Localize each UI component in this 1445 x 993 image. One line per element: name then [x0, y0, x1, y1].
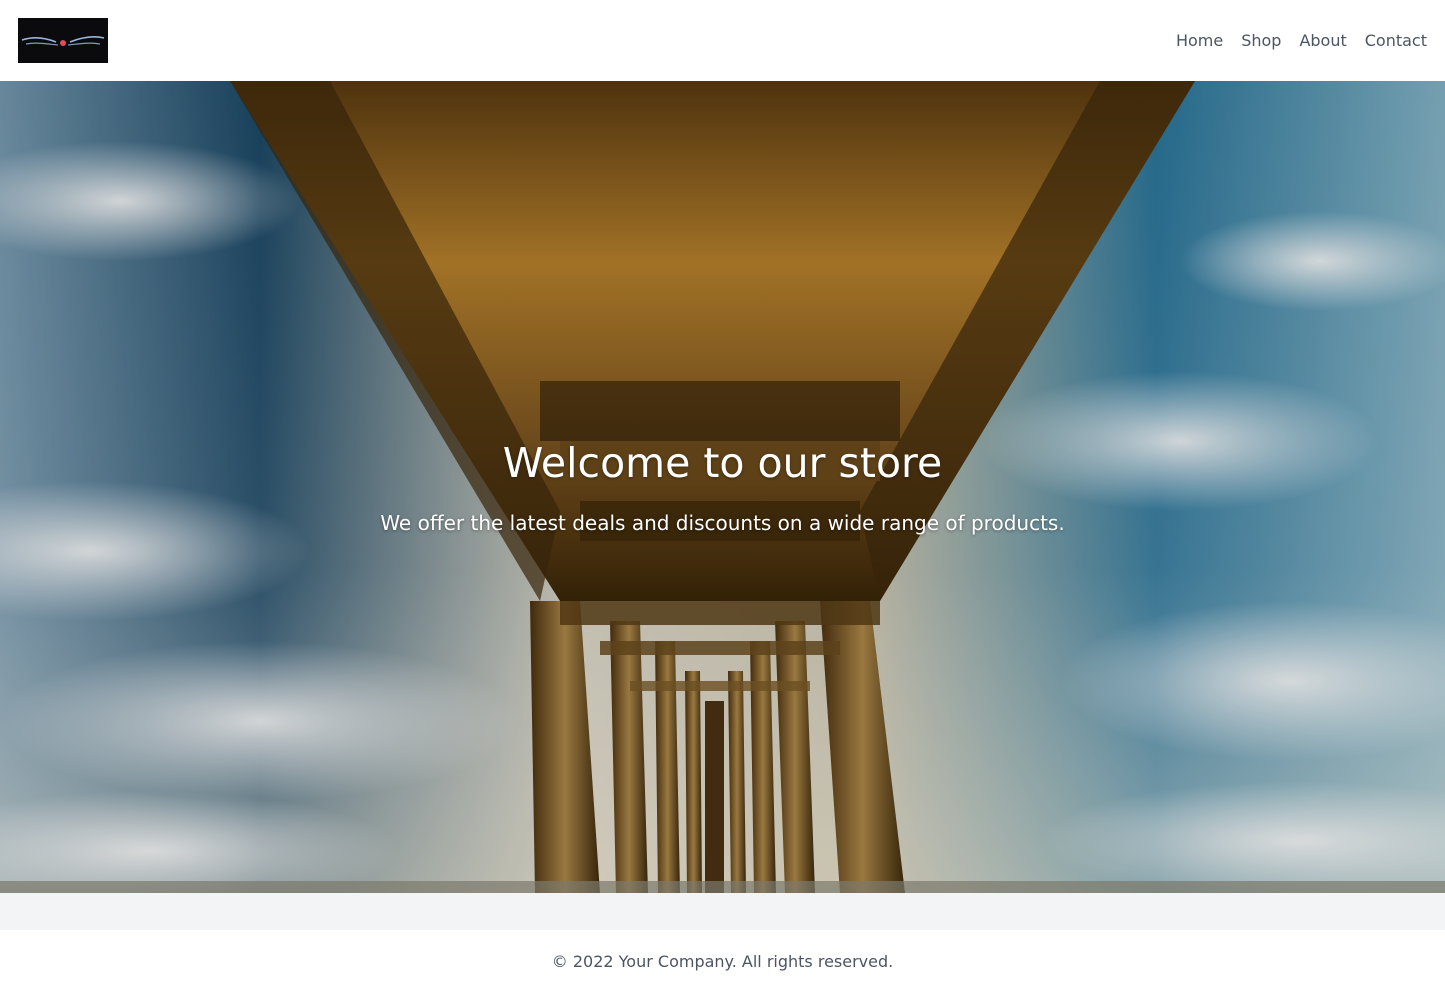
nav-link-about[interactable]: About: [1299, 31, 1346, 50]
hero-section: Welcome to our store We offer the latest…: [0, 81, 1445, 893]
logo-icon: [18, 18, 108, 63]
nav-link-home[interactable]: Home: [1176, 31, 1223, 50]
main-nav: Home Shop About Contact: [1176, 31, 1427, 50]
hero-title: Welcome to our store: [502, 439, 943, 487]
nav-link-shop[interactable]: Shop: [1241, 31, 1281, 50]
site-footer: © 2022 Your Company. All rights reserved…: [0, 930, 1445, 993]
hero-subtitle: We offer the latest deals and discounts …: [380, 511, 1065, 535]
footer-copyright: © 2022 Your Company. All rights reserved…: [551, 952, 894, 971]
hero-content: Welcome to our store We offer the latest…: [0, 438, 1445, 538]
nav-link-contact[interactable]: Contact: [1365, 31, 1427, 50]
content-spacer: [0, 893, 1445, 930]
logo[interactable]: [18, 18, 108, 63]
site-header: Home Shop About Contact: [0, 0, 1445, 81]
